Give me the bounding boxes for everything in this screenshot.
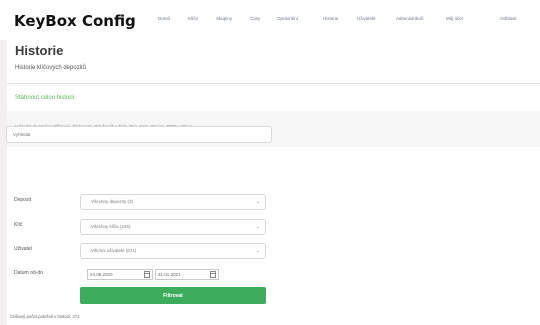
nav-item-admins[interactable]: Administrátoři [396, 16, 424, 21]
divider [7, 83, 540, 84]
user-select-value: Všichni uživatelé (571) [91, 248, 137, 253]
calendar-icon[interactable] [144, 271, 150, 278]
nav-item-account[interactable]: Můj účet [446, 16, 463, 21]
nav-item-history[interactable]: Historie [323, 16, 338, 21]
top-navbar: KeyBox Config Domů Klíče Skupiny Časy Op… [0, 0, 540, 40]
main-nav: Domů Klíče Skupiny Časy Oprávnění Histor… [158, 16, 540, 28]
nav-item-keys[interactable]: Klíče [188, 16, 198, 21]
date-to-input[interactable]: 31.01.2021 [155, 269, 219, 280]
key-label: Klíč [14, 222, 23, 228]
chevron-down-icon: ⌄ [255, 224, 260, 230]
chevron-down-icon: ⌄ [255, 248, 260, 254]
key-select[interactable]: Všechny klíče (245) ⌄ [80, 219, 266, 235]
key-select-value: Všechny klíče (245) [91, 224, 131, 229]
nav-item-users[interactable]: Uživatelé [357, 16, 376, 21]
page-title: Historie [15, 43, 64, 58]
chevron-down-icon: ⌄ [255, 199, 260, 205]
deposit-select-value: Všechny depozity (3) [91, 199, 134, 204]
total-count-text: Celkový počet položek v historii: 271 [10, 314, 80, 319]
date-from-input[interactable]: 24.08.2020 [87, 269, 153, 280]
search-input[interactable] [6, 126, 272, 143]
main-content: Historie Historie klíčových depozitů Stá… [7, 35, 540, 325]
nav-item-home[interactable]: Domů [158, 16, 170, 21]
nav-item-groups[interactable]: Skupiny [216, 16, 232, 21]
date-from-value: 24.08.2020 [90, 272, 113, 277]
deposit-label: Deposit [14, 197, 31, 203]
nav-item-logout[interactable]: Odhlásit [500, 16, 517, 21]
page-subtitle: Historie klíčových depozitů [15, 65, 87, 71]
calendar-icon[interactable] [210, 271, 216, 278]
nav-item-times[interactable]: Časy [250, 16, 260, 21]
date-to-value: 31.01.2021 [158, 272, 181, 277]
nav-item-permissions[interactable]: Oprávnění [277, 16, 298, 21]
user-select[interactable]: Všichni uživatelé (571) ⌄ [80, 243, 266, 259]
date-range-label: Datum od-do [14, 270, 43, 276]
download-history-link[interactable]: Stáhnout celou historii [15, 95, 74, 101]
filter-button[interactable]: Filtrovat [80, 287, 266, 304]
deposit-select[interactable]: Všechny depozity (3) ⌄ [80, 194, 266, 210]
user-label: Uživatel [14, 246, 32, 252]
brand-logo[interactable]: KeyBox Config [8, 10, 142, 32]
